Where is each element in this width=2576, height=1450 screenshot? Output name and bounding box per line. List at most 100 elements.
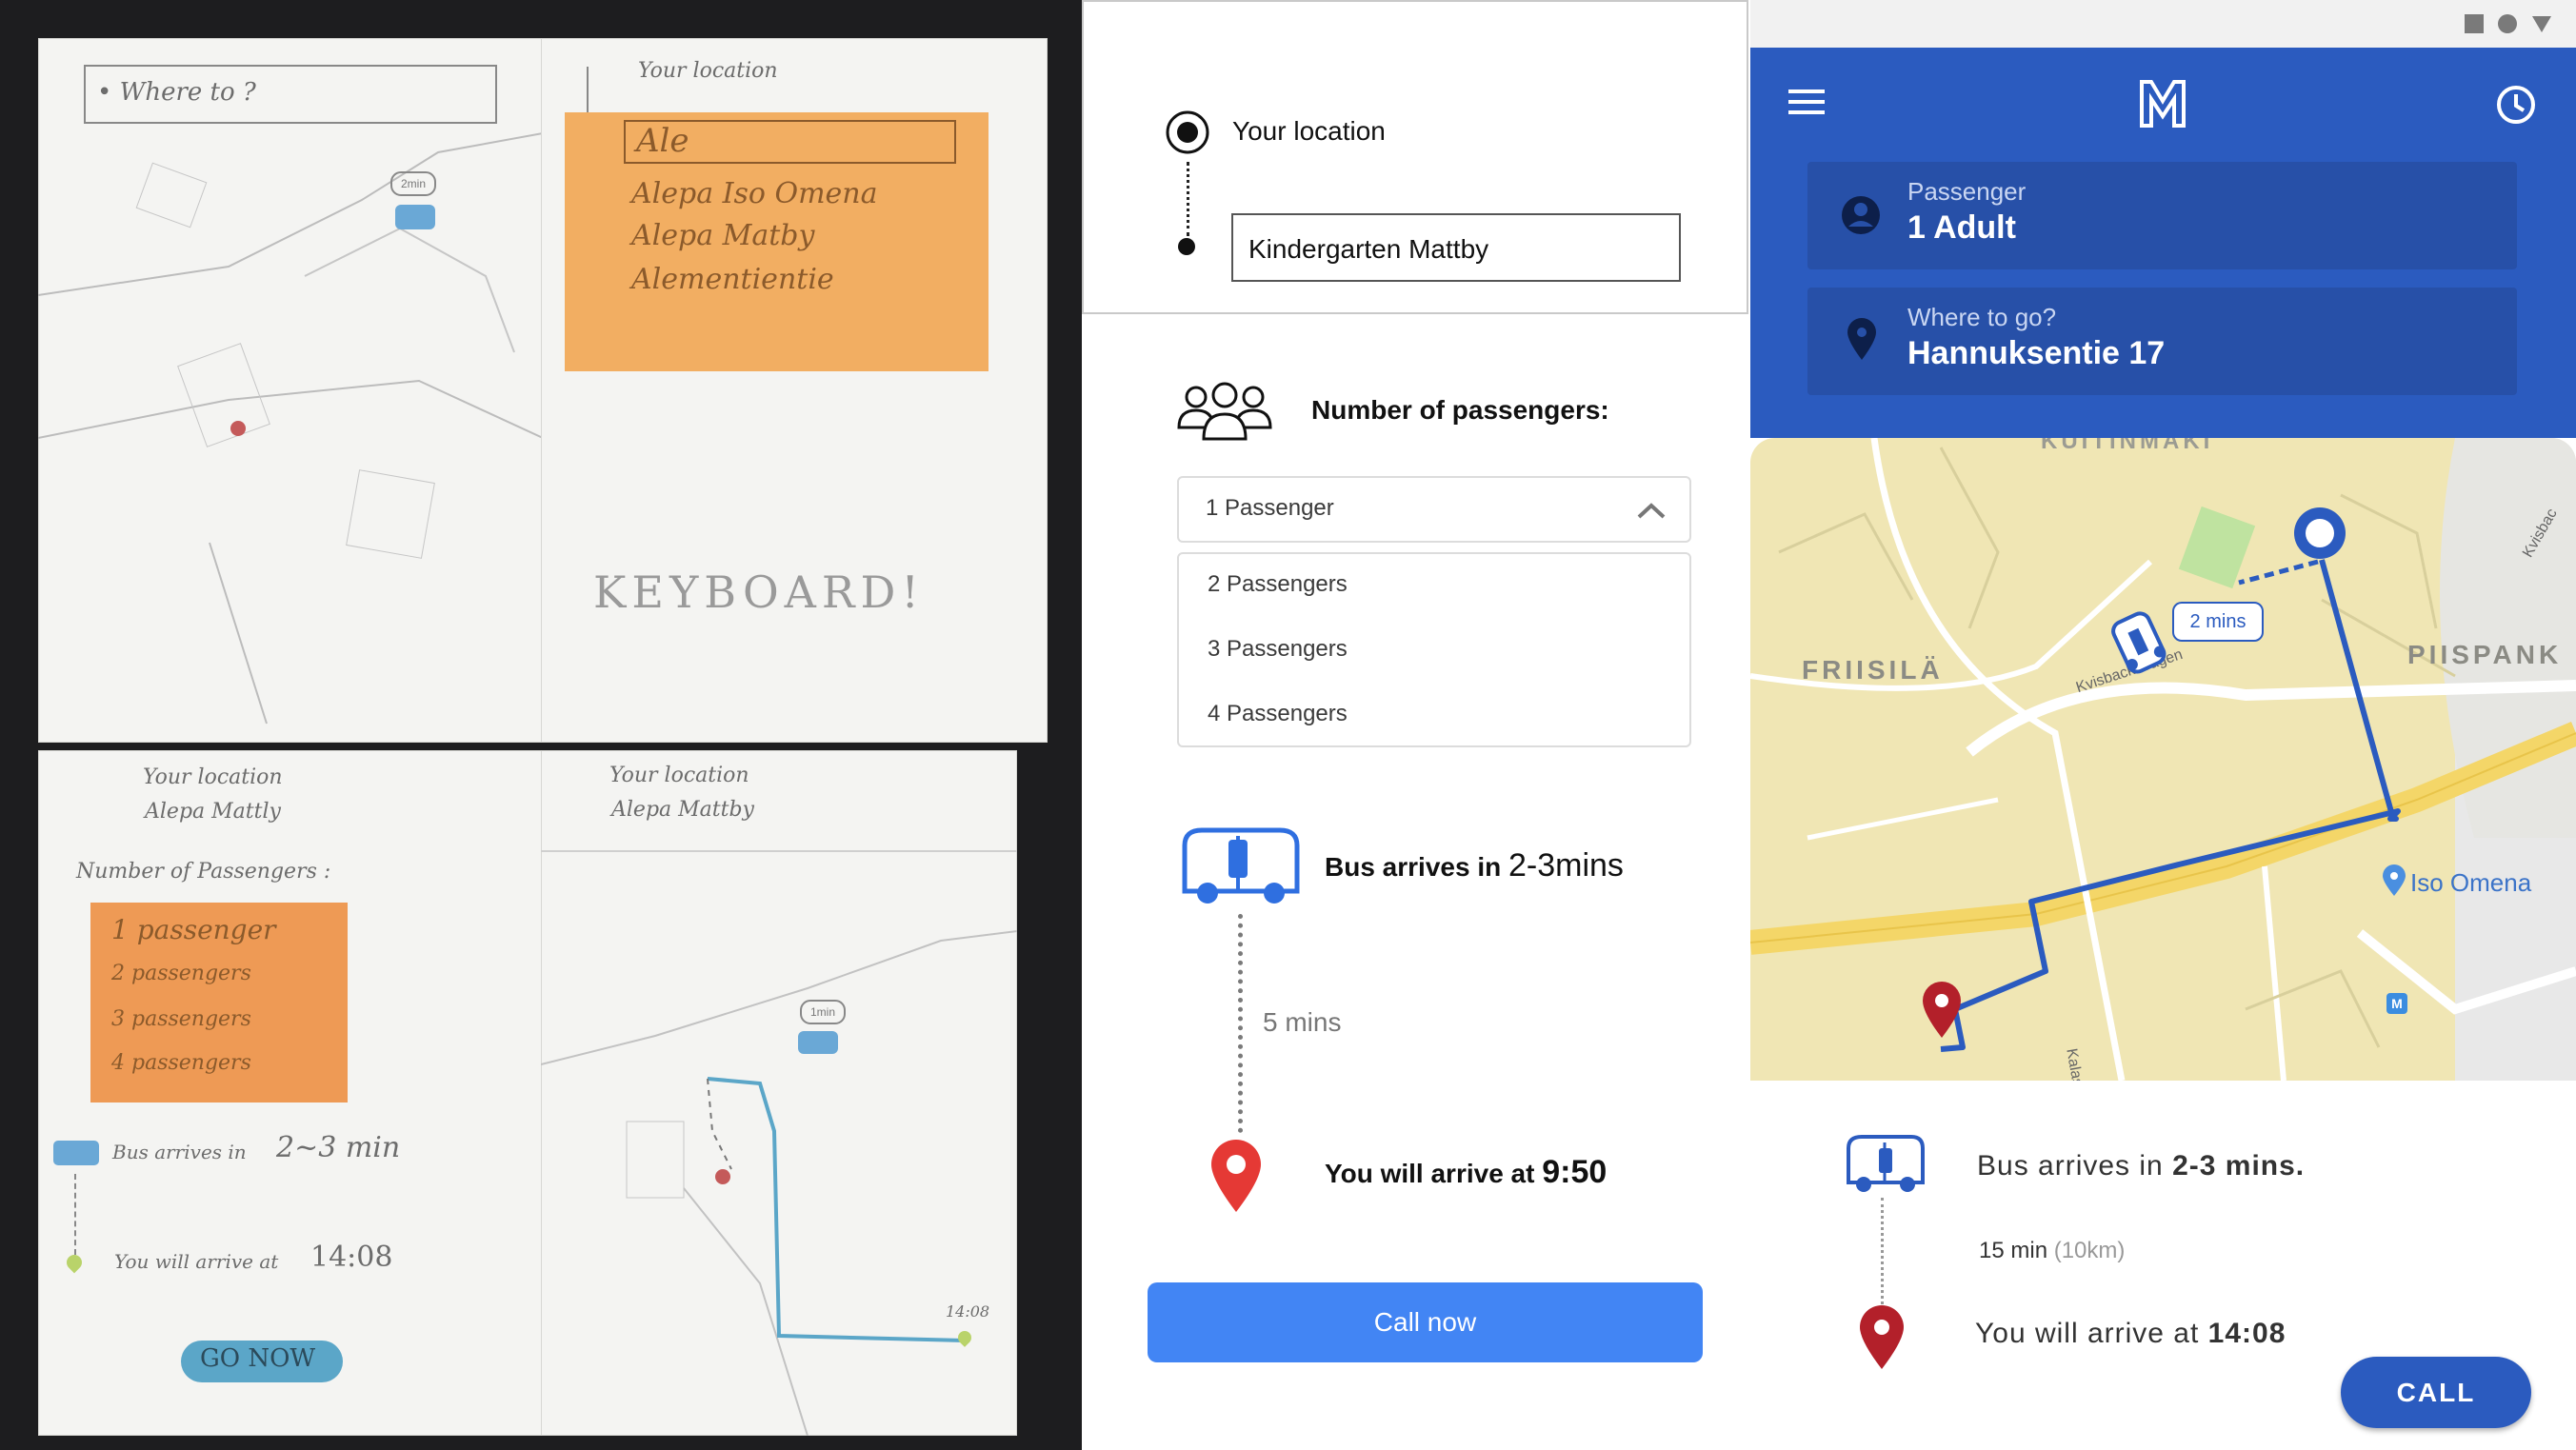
bus-time-bubble: 2 mins (2172, 602, 2264, 642)
sketch-dotted-line (74, 1174, 76, 1255)
map-label-piispank: PIISPANK (2407, 640, 2563, 669)
app-screen: Passenger 1 Adult Where to go? Hannuksen… (1750, 0, 2576, 1450)
sketch-bus-bubble: 2min (390, 171, 436, 196)
origin-location-icon (2294, 507, 2346, 559)
sketch-passenger-2: 2 passengers (111, 962, 251, 985)
location-pin-icon (1847, 318, 1876, 360)
map-label-friisila: FRIISILÄ (1802, 655, 1944, 685)
app-bus-icon (1847, 1135, 1925, 1192)
destination-card[interactable]: Where to go? Hannuksentie 17 (1807, 288, 2517, 395)
passengers-select[interactable]: 1 Passenger (1177, 476, 1691, 543)
app-trip-duration: 15 min (10km) (1979, 1238, 2125, 1264)
bus-arrival-prefix: Bus arrives in (1325, 852, 1508, 882)
sketch-you-will-arrive: You will arrive at (114, 1250, 279, 1273)
sketch-br-bus (798, 1031, 838, 1054)
route-dotted-line (1187, 162, 1189, 236)
app-bus-prefix: Bus arrives in (1977, 1150, 2173, 1182)
passenger-option-4[interactable]: 4 Passengers (1208, 701, 1348, 727)
destination-input[interactable]: Kindergarten Mattby (1231, 213, 1681, 282)
destination-map-pin-icon (1923, 982, 1961, 1038)
metro-station-icon: M (2386, 993, 2407, 1014)
arrival-prefix: You will arrive at (1325, 1159, 1543, 1188)
sketch-passenger-4: 4 passengers (111, 1051, 251, 1075)
trip-dotted-line (1238, 914, 1243, 1133)
sketch-typed-text: Ale (636, 122, 689, 160)
chevron-up-icon (1637, 503, 1666, 519)
bus-arrival-text: Bus arrives in 2-3mins (1325, 847, 1624, 884)
destination-dot-icon (1178, 238, 1195, 255)
app-trip-dotted-line (1881, 1198, 1884, 1304)
sketch-map-lines (38, 132, 543, 725)
passengers-group-icon (1177, 382, 1272, 441)
sketch-autocomplete-screen: Your location Ale Alepa Iso Omena Alepa … (541, 38, 1048, 743)
bus-icon (1182, 827, 1300, 904)
passenger-label: Passenger (1907, 177, 2027, 206)
sketch-route-screen: Your location Alepa Mattby 1min 14:08 (541, 750, 1017, 1436)
sketch-passenger-note: 1 passenger 2 passengers 3 passengers 4 … (90, 903, 348, 1102)
sketch-br-time: 14:08 (946, 1302, 990, 1321)
app-header: Passenger 1 Adult Where to go? Hannuksen… (1750, 48, 2576, 438)
status-square-icon (2465, 14, 2484, 33)
sketch-green-pin (63, 1251, 86, 1274)
sketch-suggestion-2: Alepa Matby (631, 219, 815, 252)
sketch-br-bubble: 1min (800, 1000, 846, 1024)
sketch-passenger-3: 3 passengers (111, 1007, 251, 1031)
map-roads (1750, 438, 2576, 1081)
paper-prototype-photo: • Where to ? 2min Your location Ale Alep… (0, 0, 1082, 1450)
passenger-card[interactable]: Passenger 1 Adult (1807, 162, 2517, 269)
status-circle-icon (2498, 14, 2517, 33)
sketch-your-location: Your location (638, 59, 778, 83)
app-distance: (10km) (2053, 1238, 2126, 1263)
arrival-text: You will arrive at 9:50 (1325, 1154, 1607, 1191)
sketch-bus-small (53, 1141, 99, 1165)
passengers-label: Number of passengers: (1311, 395, 1609, 425)
wireframe-panel: Your location Kindergarten Mattby Number… (1082, 0, 1750, 1450)
passenger-option-3[interactable]: 3 Passengers (1208, 636, 1348, 663)
status-bar (1750, 0, 2576, 48)
history-clock-icon[interactable] (2495, 84, 2537, 126)
sketch-suggestion-note: Ale Alepa Iso Omena Alepa Matby Alementi… (565, 112, 988, 371)
call-now-button[interactable]: Call now (1148, 1282, 1703, 1362)
app-bus-arrival: Bus arrives in 2-3 mins. (1977, 1150, 2305, 1182)
origin-label: Your location (1232, 116, 1386, 146)
sketch-suggestion-3: Alementientie (631, 263, 834, 296)
sketch-bus-time: 2~3 min (276, 1131, 401, 1164)
sketch-bus-icon (395, 205, 435, 229)
sketch-bl-origin: Alepa Mattly (145, 800, 281, 824)
sketch-location-dot (230, 421, 246, 436)
sketch-route-map (541, 930, 1017, 1436)
where-value: Hannuksentie 17 (1907, 335, 2166, 371)
menu-icon[interactable] (1788, 88, 1827, 118)
sketch-passenger-1: 1 passenger (111, 914, 276, 945)
sketch-passenger-screen: Your location Alepa Mattly Number of Pas… (38, 750, 543, 1436)
sketch-bus-arrives: Bus arrives in (112, 1141, 247, 1163)
app-logo-icon (2140, 80, 2186, 128)
passengers-select-value: 1 Passenger (1206, 495, 1334, 521)
iso-omena-pin-icon (2383, 864, 2406, 896)
sketch-search-screen: • Where to ? 2min (38, 38, 543, 743)
sketch-suggestion-1: Alepa Iso Omena (631, 177, 878, 210)
passenger-option-2[interactable]: 2 Passengers (1208, 571, 1348, 598)
passengers-options-list: 2 Passengers 3 Passengers 4 Passengers (1177, 552, 1691, 747)
passenger-value: 1 Adult (1907, 209, 2016, 246)
origin-radio-icon (1166, 110, 1209, 154)
sketch-passengers-heading: Number of Passengers : (76, 860, 331, 884)
status-triangle-icon (2532, 16, 2551, 32)
app-arrival-prefix: You will arrive at (1975, 1318, 2208, 1349)
app-bus-time: 2-3 mins. (2172, 1150, 2306, 1182)
route-map[interactable]: KUITINMÄKI FRIISILÄ PIISPANK Kvisbackavä… (1750, 438, 2576, 1081)
app-arrival-time: 14:08 (2207, 1318, 2286, 1349)
app-arrival: You will arrive at 14:08 (1975, 1318, 2286, 1350)
sketch-arrive-time: 14:08 (310, 1241, 393, 1274)
app-duration: 15 min (1979, 1238, 2048, 1263)
call-button[interactable]: CALL (2341, 1357, 2531, 1428)
destination-input-value: Kindergarten Mattby (1248, 234, 1489, 264)
person-icon (1842, 196, 1880, 234)
sketch-bl-your-location: Your location (143, 765, 283, 789)
where-label: Where to go? (1907, 303, 2057, 331)
map-label-iso-omena: Iso Omena (2410, 868, 2532, 897)
sketch-keyboard: KEYBOARD! (593, 566, 925, 618)
trip-duration: 5 mins (1263, 1007, 1342, 1037)
sketch-br-dot (715, 1169, 730, 1184)
arrival-time: 9:50 (1542, 1154, 1608, 1190)
